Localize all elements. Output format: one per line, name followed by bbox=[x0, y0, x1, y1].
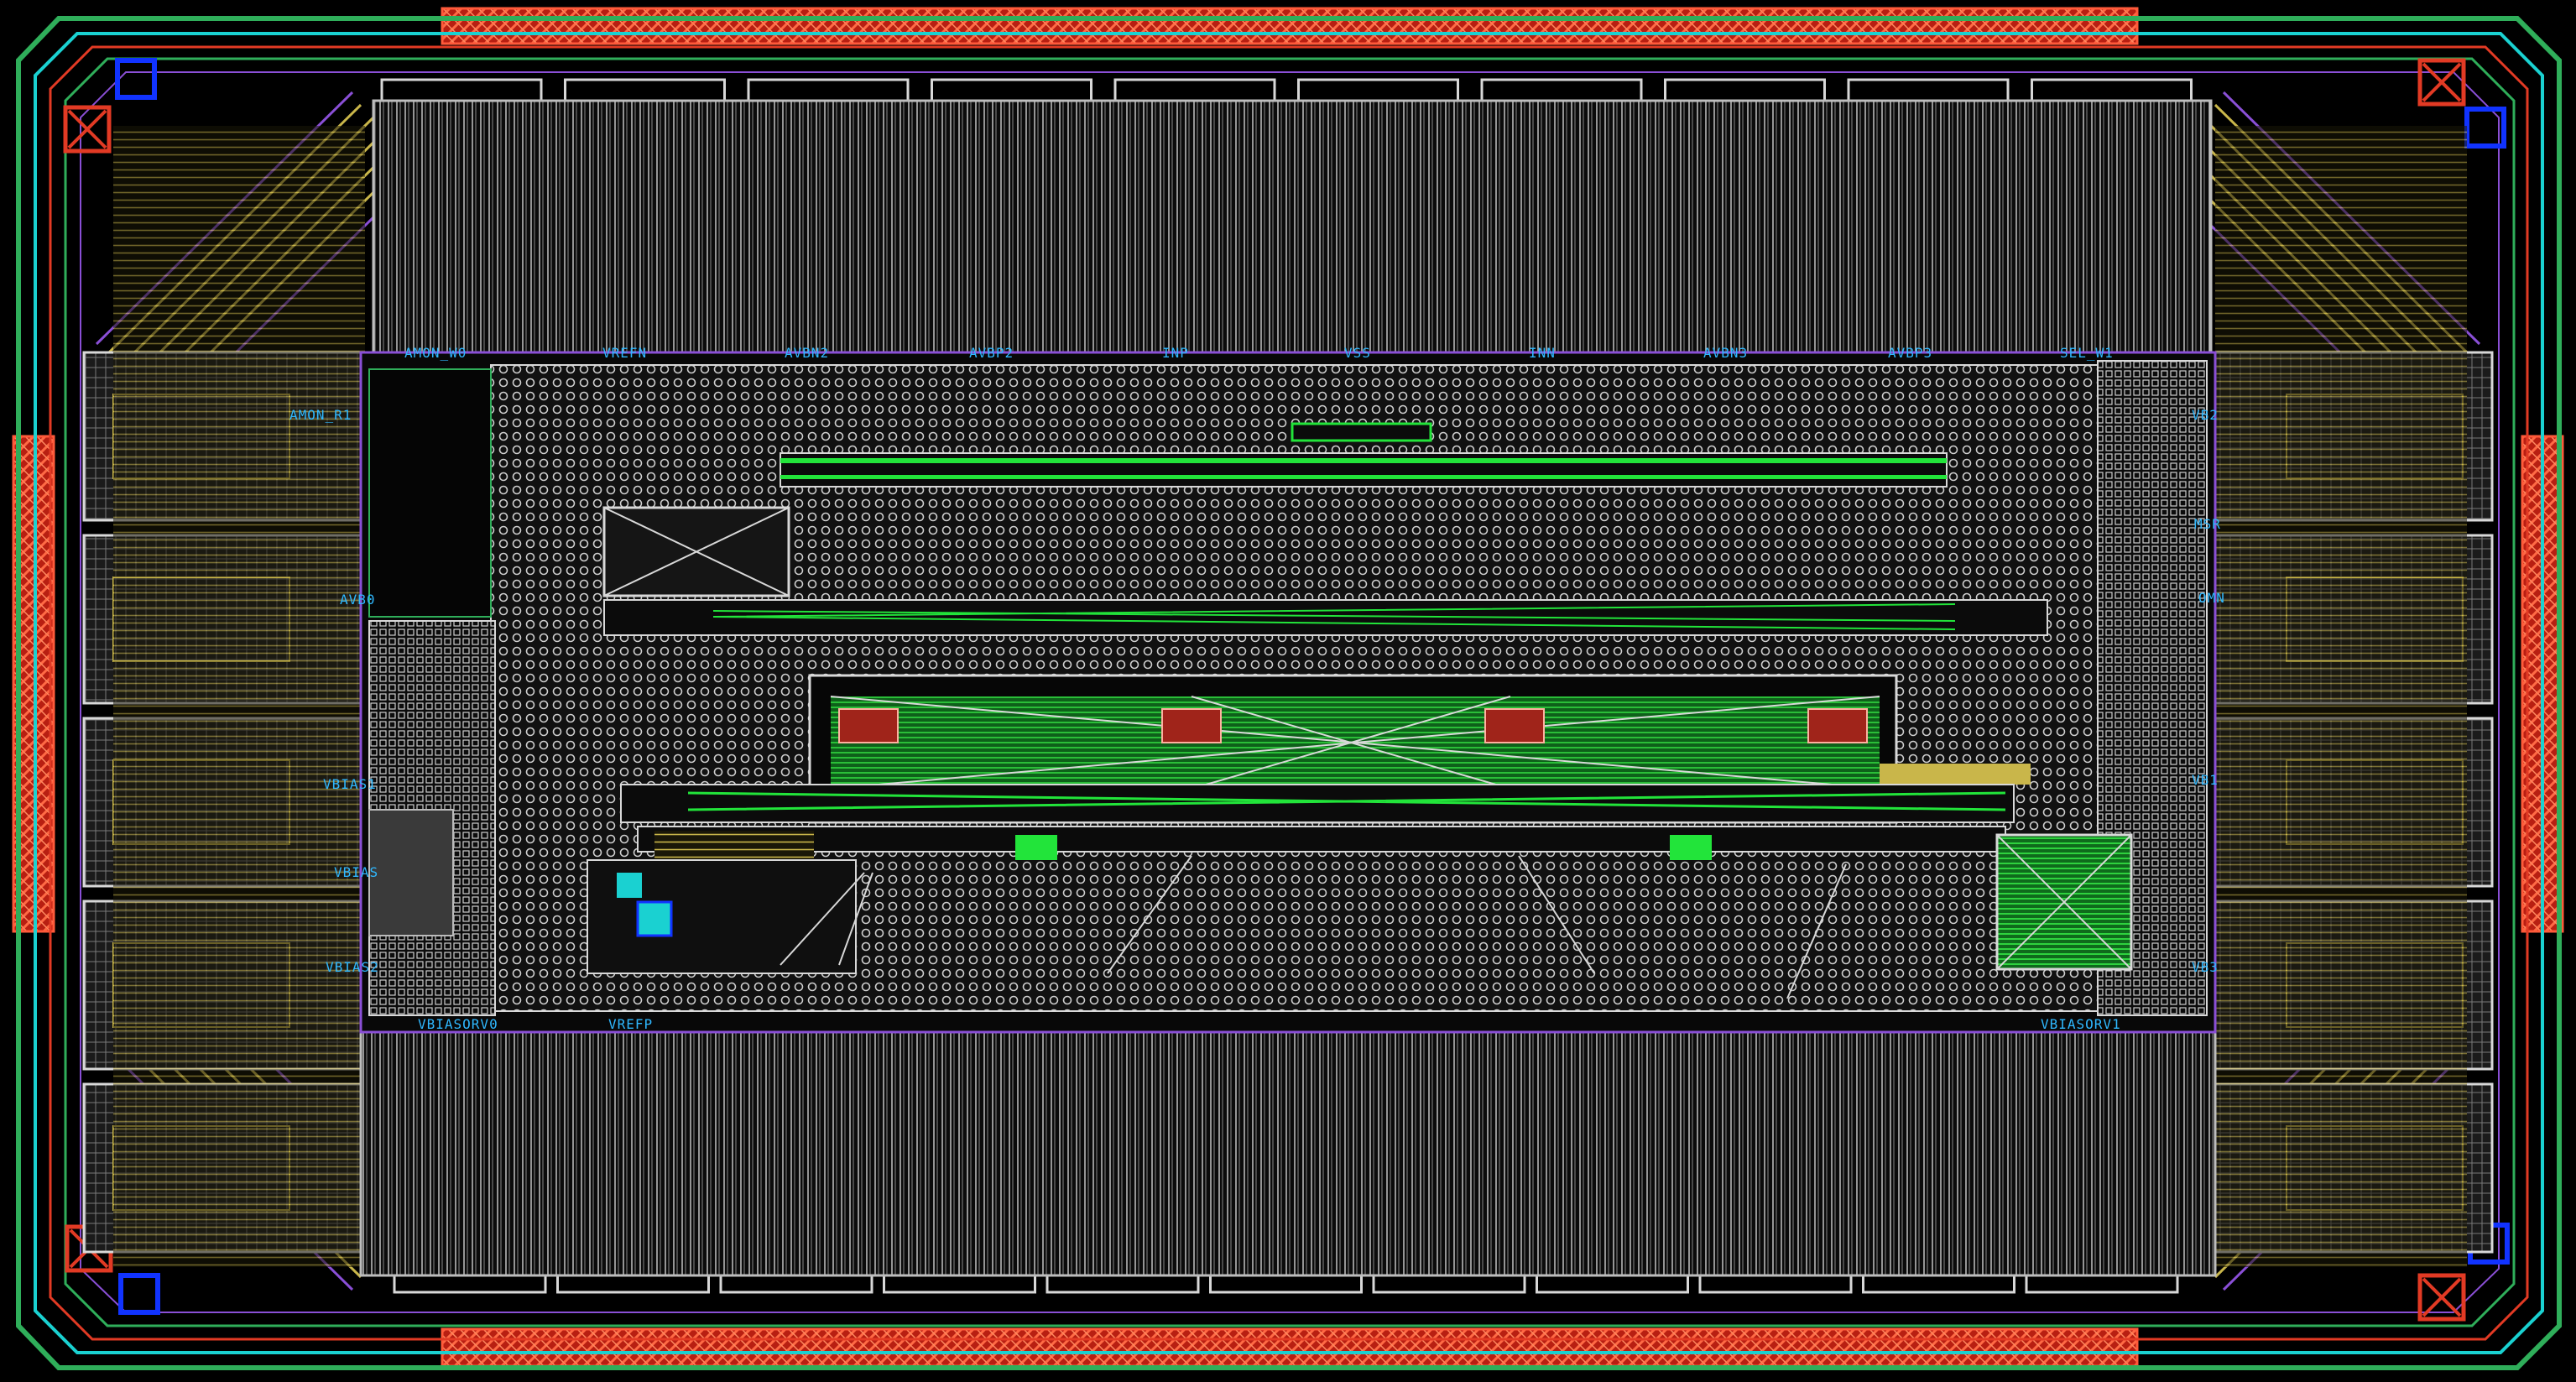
bottom-io-row bbox=[359, 1030, 2217, 1277]
seal-ring-top bbox=[441, 7, 2139, 45]
pin-label-bottom-0: VBIASORV0 bbox=[418, 1016, 498, 1032]
amp-cell-4 bbox=[1807, 708, 1868, 743]
pin-label-left-3: VBIAS bbox=[334, 864, 378, 880]
pin-label-top-7: AVBN3 bbox=[1703, 345, 1748, 361]
core-dark-area bbox=[368, 368, 492, 618]
pin-label-right-0: VB2 bbox=[2192, 407, 2219, 423]
cyan-cell bbox=[617, 873, 642, 898]
amp-cell-2 bbox=[1161, 708, 1222, 743]
metal-bar bbox=[780, 458, 1947, 463]
pin-label-top-0: AMON_W0 bbox=[404, 345, 467, 361]
pin-label-left-4: VBIAS2 bbox=[326, 959, 379, 975]
right-metal-strip bbox=[2215, 126, 2467, 1267]
left-metal-strip bbox=[113, 126, 365, 1267]
pin-label-top-2: AVBN2 bbox=[785, 345, 829, 361]
seal-ring-bottom bbox=[441, 1327, 2139, 1368]
pin-label-top-1: VREFN bbox=[602, 345, 647, 361]
green-cell bbox=[1670, 835, 1712, 860]
metal-bar bbox=[620, 784, 2015, 823]
pin-label-top-6: INN bbox=[1529, 345, 1556, 361]
core-gray-block bbox=[368, 809, 454, 936]
amp-yellow-strip bbox=[1880, 764, 2031, 785]
pin-label-left-0: AMON_R1 bbox=[289, 407, 352, 423]
pin-label-top-5: VSS bbox=[1344, 345, 1371, 361]
pin-label-top-4: INP bbox=[1162, 345, 1189, 361]
top-io-row bbox=[372, 99, 2213, 354]
pin-label-left-1: AVB0 bbox=[340, 592, 376, 608]
green-cell bbox=[1015, 835, 1057, 860]
metal-bar bbox=[780, 475, 1947, 479]
pin-label-bottom-1: VREFP bbox=[608, 1016, 653, 1032]
pin-label-top-8: AVBP3 bbox=[1888, 345, 1932, 361]
metal-bar bbox=[1291, 422, 1432, 442]
pin-label-top-9: SEL_W1 bbox=[2060, 345, 2114, 361]
amp-cell-1 bbox=[838, 708, 899, 743]
pin-label-left-2: VBIAS1 bbox=[323, 776, 377, 792]
pin-label-bottom-2: VBIASORV1 bbox=[2041, 1016, 2121, 1032]
pin-label-right-2: OMN bbox=[2198, 590, 2225, 606]
pin-label-right-4: VB3 bbox=[2192, 959, 2219, 975]
cyan-cell bbox=[636, 900, 673, 937]
metal-bar bbox=[637, 826, 2006, 853]
chip-layout-canvas: AMON_W0 VREFN AVBN2 AVBP2 INP VSS INN AV… bbox=[0, 0, 2576, 1382]
pin-label-right-3: VB1 bbox=[2192, 772, 2219, 788]
pin-label-top-3: AVBP2 bbox=[969, 345, 1014, 361]
pin-label-right-1: MSR bbox=[2194, 516, 2221, 532]
amp-cell-3 bbox=[1484, 708, 1545, 743]
